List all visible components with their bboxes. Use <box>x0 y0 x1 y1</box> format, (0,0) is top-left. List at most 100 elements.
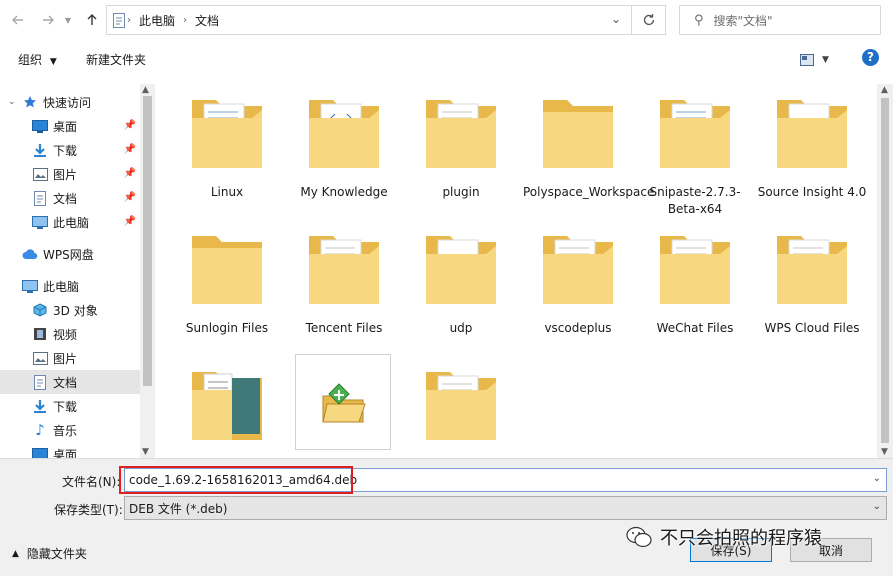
new-folder-button[interactable]: 新建文件夹 <box>86 51 146 68</box>
cube-icon <box>32 302 48 318</box>
nav-quick-pictures[interactable]: 图片 📌 <box>0 162 140 186</box>
address-dropdown-icon[interactable]: ⌄ <box>611 12 621 26</box>
folder-icon <box>660 100 730 168</box>
up-button[interactable] <box>82 10 102 30</box>
pin-icon[interactable]: 📌 <box>124 216 136 227</box>
folder-icon <box>192 100 262 168</box>
nav-videos[interactable]: 视频 <box>0 322 140 346</box>
nav-wps-drive[interactable]: WPS网盘 <box>0 242 140 266</box>
organize-label: 组织 <box>18 53 43 67</box>
scroll-up-icon[interactable]: ▲ <box>142 85 149 95</box>
file-item[interactable] <box>295 354 405 458</box>
grid-scroll-thumb[interactable] <box>881 98 889 443</box>
address-bar[interactable]: › 此电脑 › 文档 ⌄ <box>106 5 666 35</box>
file-item[interactable] <box>172 360 282 458</box>
document-icon <box>32 374 48 390</box>
film-icon <box>32 326 48 342</box>
search-box[interactable]: ⚲ 搜索"文档" <box>679 5 881 35</box>
toolbar: 组织 ▼ 新建文件夹 ▼ <box>0 44 893 74</box>
file-item[interactable]: Polyspace_Workspace <box>523 88 654 218</box>
back-button[interactable] <box>8 10 28 30</box>
nav-quick-this-pc[interactable]: 此电脑 📌 <box>0 210 140 234</box>
nav-desktop[interactable]: 桌面 <box>0 442 140 458</box>
file-item[interactable]: Tencent Files <box>289 224 399 354</box>
nav-label: 3D 对象 <box>53 303 98 318</box>
music-icon: ♪ <box>35 421 45 439</box>
folder-icon <box>192 236 262 304</box>
breadcrumb-separator: › <box>183 14 188 26</box>
chevron-down-icon: ▼ <box>49 57 57 67</box>
view-options-button[interactable]: ▼ <box>800 50 836 70</box>
pin-icon[interactable]: 📌 <box>124 192 136 203</box>
file-name: Snipaste-2.7.3-Beta-x64 <box>649 185 741 216</box>
file-item[interactable]: WPS Cloud Files <box>757 224 867 354</box>
nav-scroll-thumb[interactable] <box>143 96 152 386</box>
desktop-icon <box>32 118 48 134</box>
file-item[interactable] <box>406 360 516 458</box>
hide-folders-toggle[interactable]: ▲ 隐藏文件夹 <box>12 545 87 562</box>
refresh-button[interactable] <box>631 6 665 34</box>
wechat-icon <box>626 526 652 548</box>
pin-icon[interactable]: 📌 <box>124 168 136 179</box>
computer-icon <box>22 278 38 294</box>
file-name: WeChat Files <box>656 321 734 335</box>
pin-icon[interactable]: 📌 <box>124 144 136 155</box>
watermark-text: 不只会拍照的程序猿 <box>660 528 822 549</box>
chevron-down-icon: ▼ <box>64 15 72 25</box>
help-button[interactable]: ? <box>862 49 879 66</box>
file-item[interactable]: Snipaste-2.7.3-Beta-x64 <box>640 88 750 218</box>
file-name: WPS Cloud Files <box>764 321 860 335</box>
scroll-up-icon[interactable]: ▲ <box>881 85 888 95</box>
photo-folder-icon <box>192 372 262 440</box>
download-icon <box>32 398 48 414</box>
arrow-left-icon <box>12 15 23 25</box>
organize-button[interactable]: 组织 ▼ <box>18 51 57 68</box>
nav-label: WPS网盘 <box>43 247 94 262</box>
chevron-down-icon[interactable]: ⌄ <box>873 473 881 484</box>
nav-label: 图片 <box>53 167 78 182</box>
view-icon <box>800 54 814 66</box>
pin-icon[interactable]: 📌 <box>124 120 136 131</box>
nav-label: 文档 <box>53 375 78 390</box>
hide-folders-label: 隐藏文件夹 <box>26 547 87 561</box>
nav-label: 音乐 <box>53 423 78 438</box>
nav-quick-documents[interactable]: 文档 📌 <box>0 186 140 210</box>
chevron-up-icon: ▲ <box>12 548 19 559</box>
file-item[interactable]: Sunlogin Files <box>172 224 282 354</box>
arrow-up-icon <box>87 14 97 25</box>
nav-quick-downloads[interactable]: 下载 📌 <box>0 138 140 162</box>
scroll-down-icon[interactable]: ▼ <box>881 447 888 457</box>
breadcrumb-this-pc[interactable]: 此电脑 <box>133 12 181 29</box>
file-name: Tencent Files <box>305 321 383 335</box>
file-item[interactable]: My Knowledge <box>289 88 399 218</box>
folder-icon <box>309 236 379 304</box>
breadcrumb-documents[interactable]: 文档 <box>189 12 225 29</box>
document-location-icon <box>113 12 125 28</box>
file-item[interactable]: vscodeplus <box>523 224 633 354</box>
nav-quick-desktop[interactable]: 桌面 📌 <box>0 114 140 138</box>
nav-3d-objects[interactable]: 3D 对象 <box>0 298 140 322</box>
file-item[interactable]: plugin <box>406 88 516 218</box>
filetype-select[interactable]: DEB 文件 (*.deb) ⌄ <box>124 496 887 520</box>
nav-documents[interactable]: 文档 <box>0 370 140 394</box>
forward-button[interactable] <box>38 10 58 30</box>
star-icon <box>22 94 38 110</box>
grid-scrollbar[interactable]: ▲ ▼ <box>877 84 893 458</box>
file-item[interactable]: Linux <box>172 88 282 218</box>
nav-this-pc[interactable]: 此电脑 <box>0 274 140 298</box>
chevron-down-icon: ⌄ <box>872 501 881 512</box>
file-name: Sunlogin Files <box>185 321 269 335</box>
scroll-down-icon[interactable]: ▼ <box>142 447 149 457</box>
nav-downloads[interactable]: 下载 <box>0 394 140 418</box>
nav-quick-access[interactable]: ⌄ 快速访问 <box>0 90 140 114</box>
nav-pictures[interactable]: 图片 <box>0 346 140 370</box>
file-item[interactable]: Source Insight 4.0 <box>757 88 867 218</box>
recent-dropdown[interactable]: ▼ <box>62 10 74 30</box>
file-item[interactable]: udp <box>406 224 516 354</box>
desktop-icon <box>32 446 48 458</box>
folder-icon <box>660 236 730 304</box>
nav-scrollbar[interactable]: ▲ ▼ <box>140 84 155 458</box>
nav-music[interactable]: ♪ 音乐 <box>0 418 140 442</box>
file-item[interactable]: WeChat Files <box>640 224 750 354</box>
search-icon: ⚲ <box>694 12 704 28</box>
